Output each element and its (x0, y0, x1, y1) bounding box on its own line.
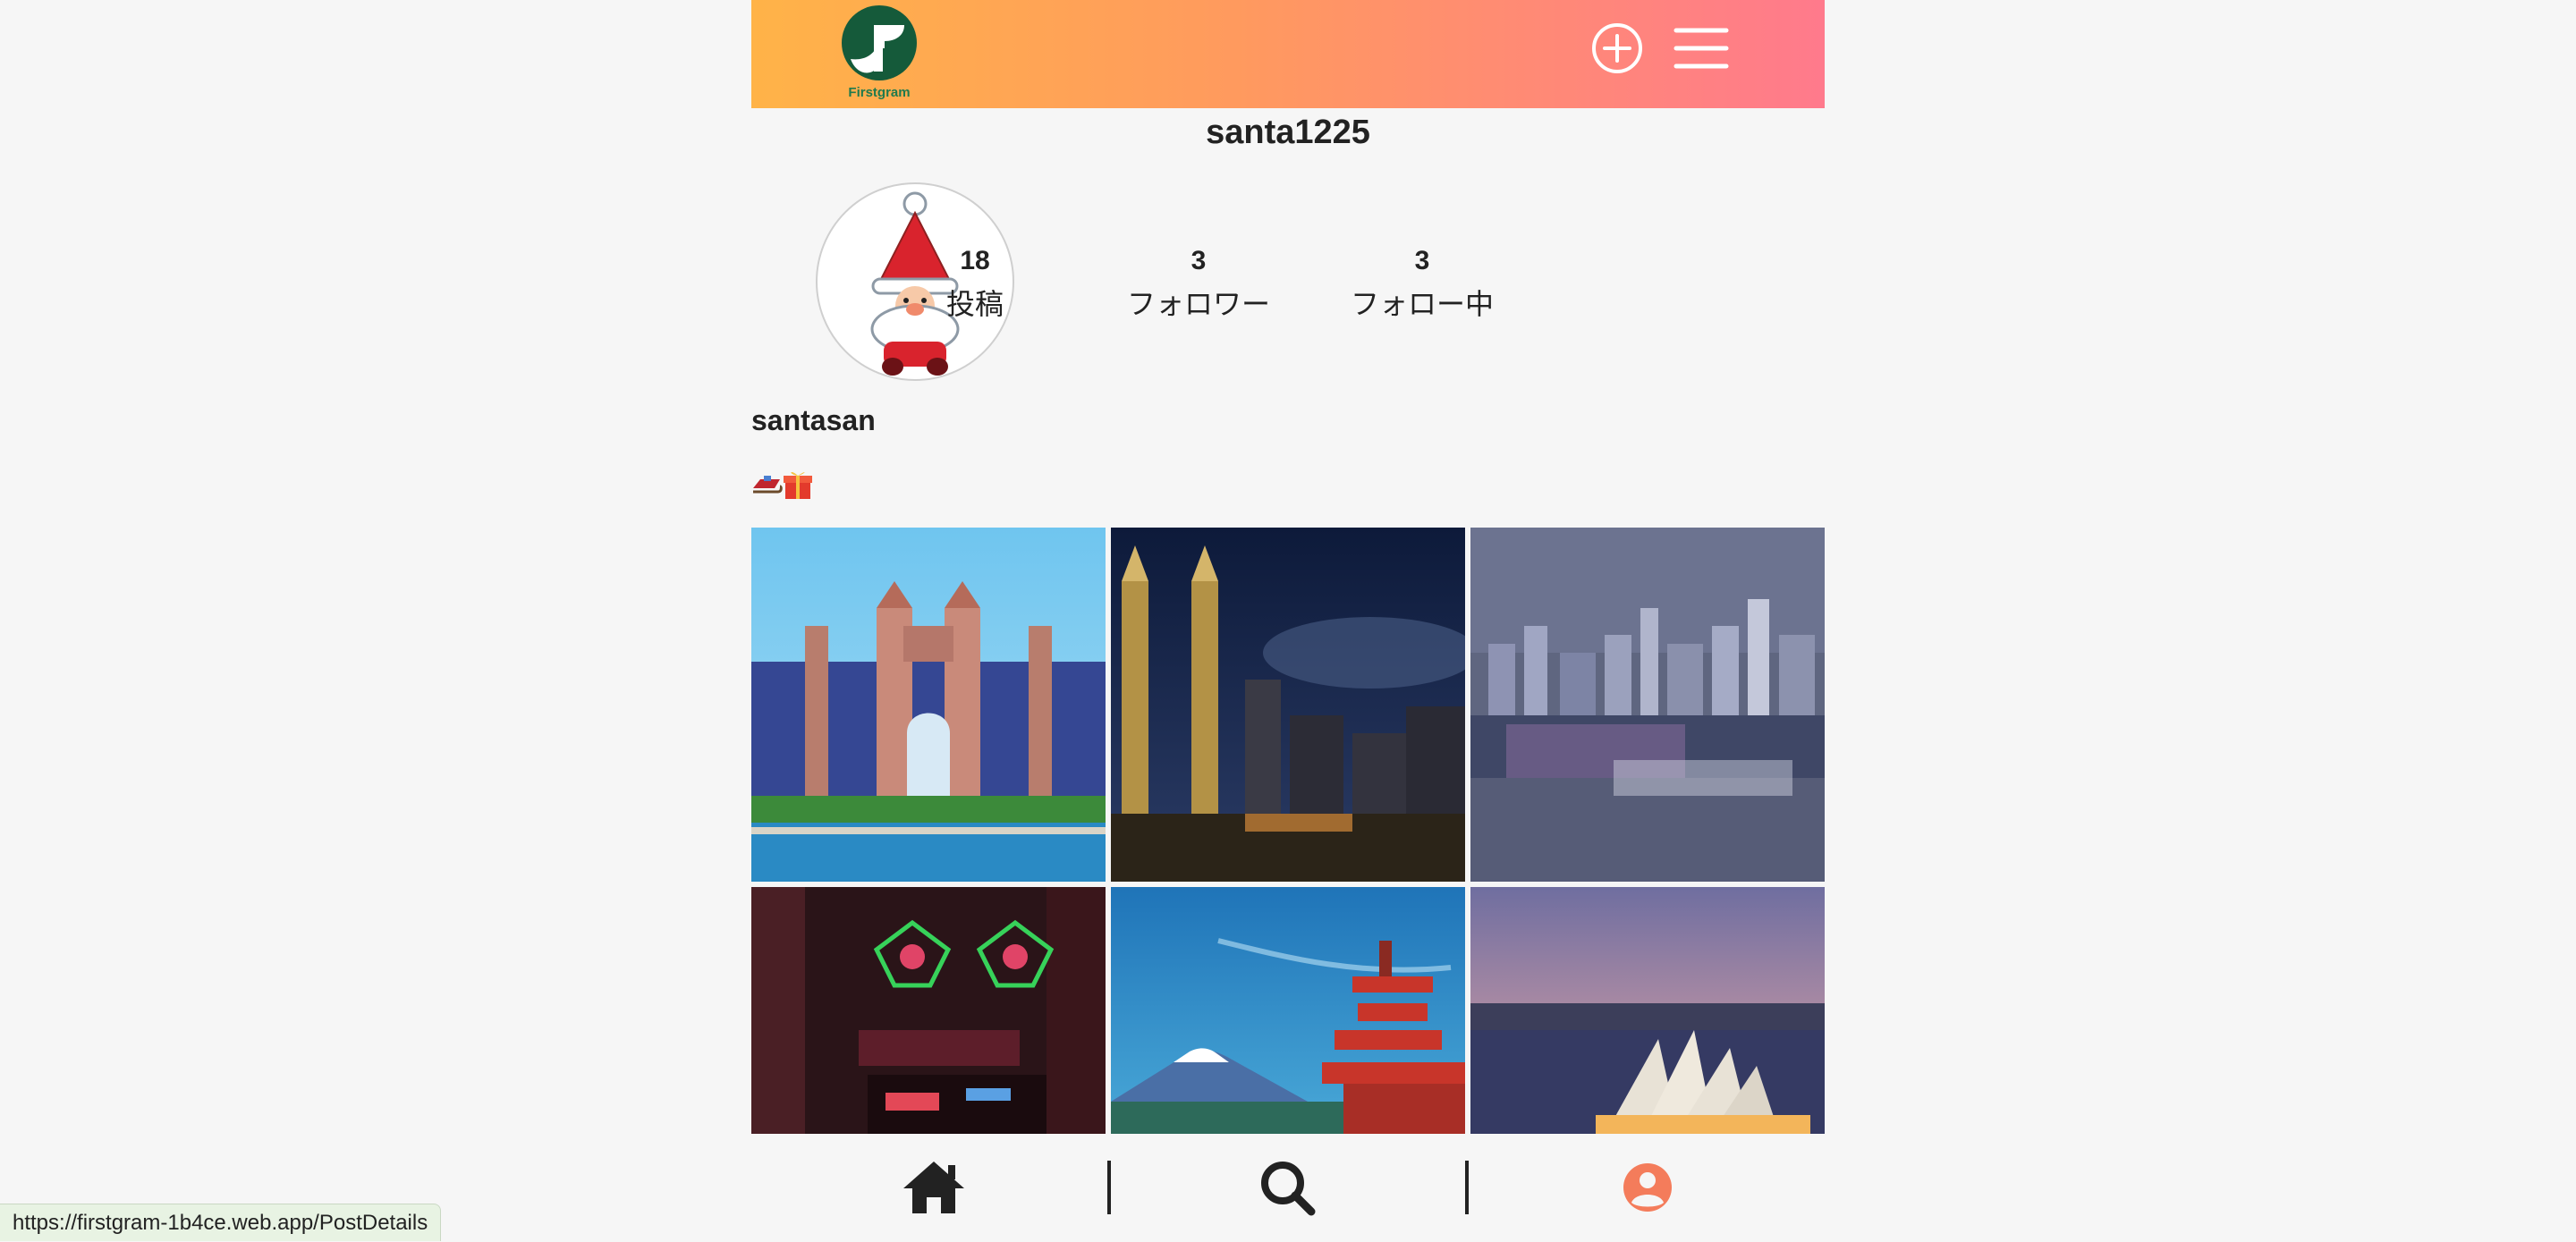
sydney-opera-house-photo (1470, 887, 1825, 1134)
bio-emoji (753, 471, 812, 499)
plus-circle-icon (1592, 23, 1642, 73)
posts-label: 投稿 (945, 288, 1004, 320)
stat-following[interactable]: 3 フォロー中 (1324, 240, 1521, 325)
post-tile-2[interactable] (1111, 528, 1465, 882)
nav-home-button[interactable] (898, 1156, 970, 1219)
neon-street-photo (751, 887, 1106, 1134)
stat-posts: 18 投稿 (877, 240, 1073, 325)
logo-text: Firstgram (848, 85, 911, 100)
post-tile-4[interactable] (751, 887, 1106, 1134)
mount-fuji-pagoda-photo (1111, 887, 1465, 1134)
profile-username: santa1225 (1206, 114, 1370, 151)
top-header: Firstgram (751, 0, 1825, 108)
firstgram-logo-icon (842, 5, 917, 80)
search-icon (1261, 1162, 1316, 1216)
post-tile-6[interactable] (1470, 887, 1825, 1134)
nav-search-button[interactable] (1252, 1156, 1324, 1219)
following-label: フォロー中 (1350, 288, 1494, 320)
app-container: Firstgram santa1225 18 投稿 3 フォロワー 3 フォロー… (751, 0, 1825, 1241)
followers-label: フォロワー (1126, 288, 1270, 320)
browser-status-url: https://firstgram-1b4ce.web.app/PostDeta… (0, 1204, 442, 1241)
posts-grid (751, 528, 1825, 1134)
bio (751, 467, 816, 503)
nav-separator (1107, 1161, 1111, 1214)
nav-profile-button[interactable] (1612, 1156, 1683, 1219)
user-profile-icon (1623, 1163, 1672, 1212)
post-tile-1[interactable] (751, 528, 1106, 882)
following-count: 3 (1414, 246, 1430, 275)
add-post-button[interactable] (1589, 20, 1646, 77)
hamburger-menu-icon (1674, 28, 1729, 69)
nav-separator (1465, 1161, 1469, 1214)
petronas-towers-night-photo (1111, 528, 1465, 882)
home-icon (903, 1162, 964, 1213)
display-name: santasan (751, 404, 876, 436)
post-tile-3[interactable] (1470, 528, 1825, 882)
firstgram-logo[interactable]: Firstgram (839, 5, 919, 102)
menu-button[interactable] (1673, 20, 1730, 77)
followers-count: 3 (1191, 246, 1207, 275)
post-tile-5[interactable] (1111, 887, 1465, 1134)
bottom-nav (751, 1134, 1825, 1241)
stat-followers[interactable]: 3 フォロワー (1100, 240, 1297, 325)
hong-kong-skyline-photo (1470, 528, 1825, 882)
posts-count: 18 (960, 246, 990, 275)
atlantis-resort-photo (751, 528, 1106, 882)
